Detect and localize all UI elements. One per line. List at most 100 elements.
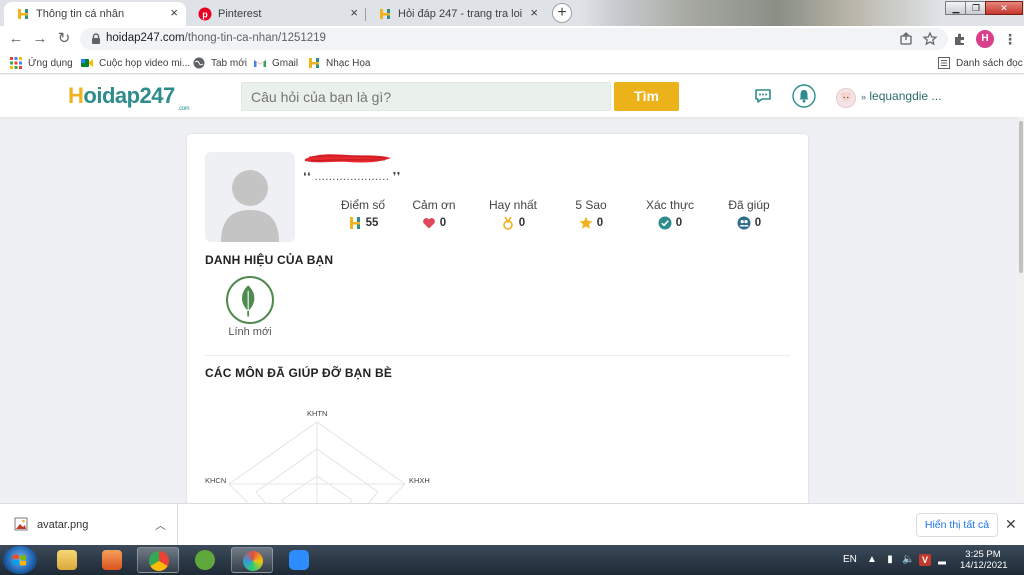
radar-label-khtn: KHTN — [307, 409, 328, 418]
hoidap-favicon-icon — [18, 9, 28, 19]
tab-pinterest[interactable]: p Pinterest × — [186, 2, 366, 26]
taskbar-media-player[interactable] — [91, 547, 133, 573]
bookmark-label: Tab mới — [211, 57, 248, 69]
new-tab-button[interactable]: + — [552, 3, 572, 23]
bookmark-new-tab[interactable]: Tab mới — [193, 56, 247, 70]
chrome-icon — [149, 551, 169, 571]
notification-bell-icon[interactable] — [792, 84, 816, 108]
lock-icon[interactable] — [89, 32, 103, 46]
address-bar[interactable]: hoidap247.com/thong-tin-ca-nhan/1251219 — [80, 28, 948, 50]
reading-list-button[interactable]: Danh sách đọc — [938, 56, 1023, 70]
tab-close-icon[interactable]: × — [350, 6, 358, 20]
back-arrow-icon[interactable]: ← — [7, 30, 25, 48]
pinterest-favicon-icon: p — [198, 7, 212, 21]
taskbar-app[interactable] — [184, 547, 226, 573]
system-clock[interactable]: 3:25 PM 14/12/2021 — [960, 549, 1008, 571]
bookmark-gmail[interactable]: Gmail — [254, 56, 298, 70]
restore-window-button[interactable]: ❐ — [965, 1, 987, 15]
stat-label: Cảm ơn — [412, 198, 456, 212]
tab-close-icon[interactable]: × — [530, 6, 538, 20]
download-file-name: avatar.png — [37, 519, 89, 531]
hoidap-favicon-icon — [309, 58, 319, 68]
tray-volume-icon[interactable]: 🔈 — [902, 554, 914, 566]
verified-check-icon — [658, 216, 672, 230]
language-indicator[interactable]: EN — [843, 554, 857, 565]
taskbar-paint[interactable] — [231, 547, 273, 573]
share-icon[interactable] — [898, 31, 914, 47]
window-background-photo — [580, 0, 940, 26]
bookmark-nhac-hoa[interactable]: Nhạc Họa — [308, 56, 370, 70]
medal-icon — [502, 216, 513, 230]
folder-icon — [57, 550, 77, 570]
stat-five-stars: 5 Sao 0 — [549, 198, 633, 230]
taskbar-zoom[interactable] — [278, 547, 320, 573]
close-window-button[interactable]: ✕ — [985, 1, 1023, 15]
profile-avatar-placeholder[interactable] — [205, 152, 295, 242]
stat-label: Xác thực — [645, 198, 695, 212]
leaf-icon — [241, 285, 255, 317]
browser-tab-strip: Thông tin cá nhân × p Pinterest × Hỏi đá… — [0, 0, 1024, 26]
chat-bubble-icon[interactable] — [753, 85, 775, 107]
chevron-up-icon[interactable]: ︿ — [155, 517, 166, 533]
bookmark-star-icon[interactable] — [922, 31, 938, 47]
tray-signal-icon[interactable]: ▂ — [936, 554, 948, 566]
user-silhouette-icon — [221, 170, 279, 242]
reload-icon[interactable]: ↻ — [55, 30, 73, 48]
profile-avatar[interactable]: H — [976, 30, 994, 48]
more-menu-icon[interactable]: ⋮ — [1002, 31, 1018, 47]
media-player-icon — [102, 550, 122, 570]
taskbar-chrome[interactable] — [137, 547, 179, 573]
page-scrollbar[interactable] — [1018, 117, 1024, 503]
zoom-icon — [289, 550, 309, 570]
stat-value: 0 — [596, 217, 604, 229]
scrollbar-thumb[interactable] — [1019, 121, 1023, 273]
tab-thong-tin-ca-nhan[interactable]: Thông tin cá nhân × — [4, 2, 186, 26]
windows-start-button[interactable] — [3, 546, 37, 574]
stat-verified: Xác thực 0 — [628, 198, 712, 230]
tray-arrow-up-icon[interactable]: ▲ — [866, 554, 878, 566]
newbie-badge[interactable] — [226, 276, 274, 324]
question-search-input[interactable] — [241, 82, 611, 111]
gmail-icon — [254, 60, 266, 67]
tab-hoi-dap-247[interactable]: Hỏi đáp 247 - trang tra loi × — [366, 2, 546, 26]
url-text[interactable]: hoidap247.com/thong-tin-ca-nhan/1251219 — [106, 32, 326, 44]
show-all-downloads-button[interactable]: Hiển thị tất cả — [916, 513, 998, 537]
redacted-name-scribble — [305, 154, 391, 163]
stat-label: Hay nhất — [488, 198, 538, 212]
section-divider — [205, 355, 790, 356]
bookmark-label: Gmail — [272, 57, 299, 69]
download-item[interactable]: avatar.png ︿ — [0, 504, 178, 546]
extensions-puzzle-icon[interactable] — [952, 31, 968, 47]
helped-users-icon — [737, 216, 751, 230]
heart-icon — [422, 218, 435, 229]
tab-close-icon[interactable]: × — [170, 6, 178, 20]
hoidap247-logo[interactable]: Hoidap247 .com — [68, 83, 190, 112]
windows-taskbar: EN ▲ ▮ 🔈 V ▂ 3:25 PM 14/12/2021 — [0, 545, 1024, 575]
browser-toolbar: ← → ↻ hoidap247.com/thong-tin-ca-nhan/12… — [0, 26, 1024, 52]
logo-wordmark: oidap247 — [83, 83, 175, 108]
tray-app-v-icon[interactable]: V — [919, 554, 931, 566]
radar-label-khcn: KHCN — [205, 476, 227, 485]
taskbar-file-explorer[interactable] — [46, 547, 88, 573]
green-app-icon — [195, 550, 215, 570]
user-menu[interactable]: » lequangdie ... — [861, 89, 941, 103]
bookmark-label: Cuộc họp video mi... — [99, 57, 191, 69]
forward-arrow-icon[interactable]: → — [31, 30, 49, 48]
clock-time: 3:25 PM — [965, 549, 1001, 560]
user-avatar[interactable] — [836, 88, 856, 108]
bookmark-google-meet[interactable]: Cuộc họp video mi... — [81, 56, 190, 70]
tray-network-icon[interactable]: ▮ — [884, 554, 896, 566]
close-icon[interactable]: ✕ — [1005, 516, 1017, 533]
bookmark-apps[interactable]: Ứng dụng — [10, 56, 73, 70]
minimize-window-button[interactable]: ▁ — [945, 1, 967, 15]
stat-value: 0 — [675, 217, 683, 229]
download-shelf: avatar.png ︿ Hiển thị tất cả ✕ — [0, 503, 1024, 546]
titles-heading: DANH HIỆU CỦA BẠN — [205, 253, 334, 267]
google-meet-icon — [81, 59, 93, 67]
stat-label: Đã giúp — [728, 198, 770, 212]
svg-text:p: p — [202, 10, 208, 20]
badge-label: Lính mới — [228, 326, 272, 338]
search-button[interactable]: Tìm — [614, 82, 679, 111]
radar-axes — [229, 422, 405, 514]
stat-thanks: Cảm ơn 0 — [392, 198, 476, 230]
